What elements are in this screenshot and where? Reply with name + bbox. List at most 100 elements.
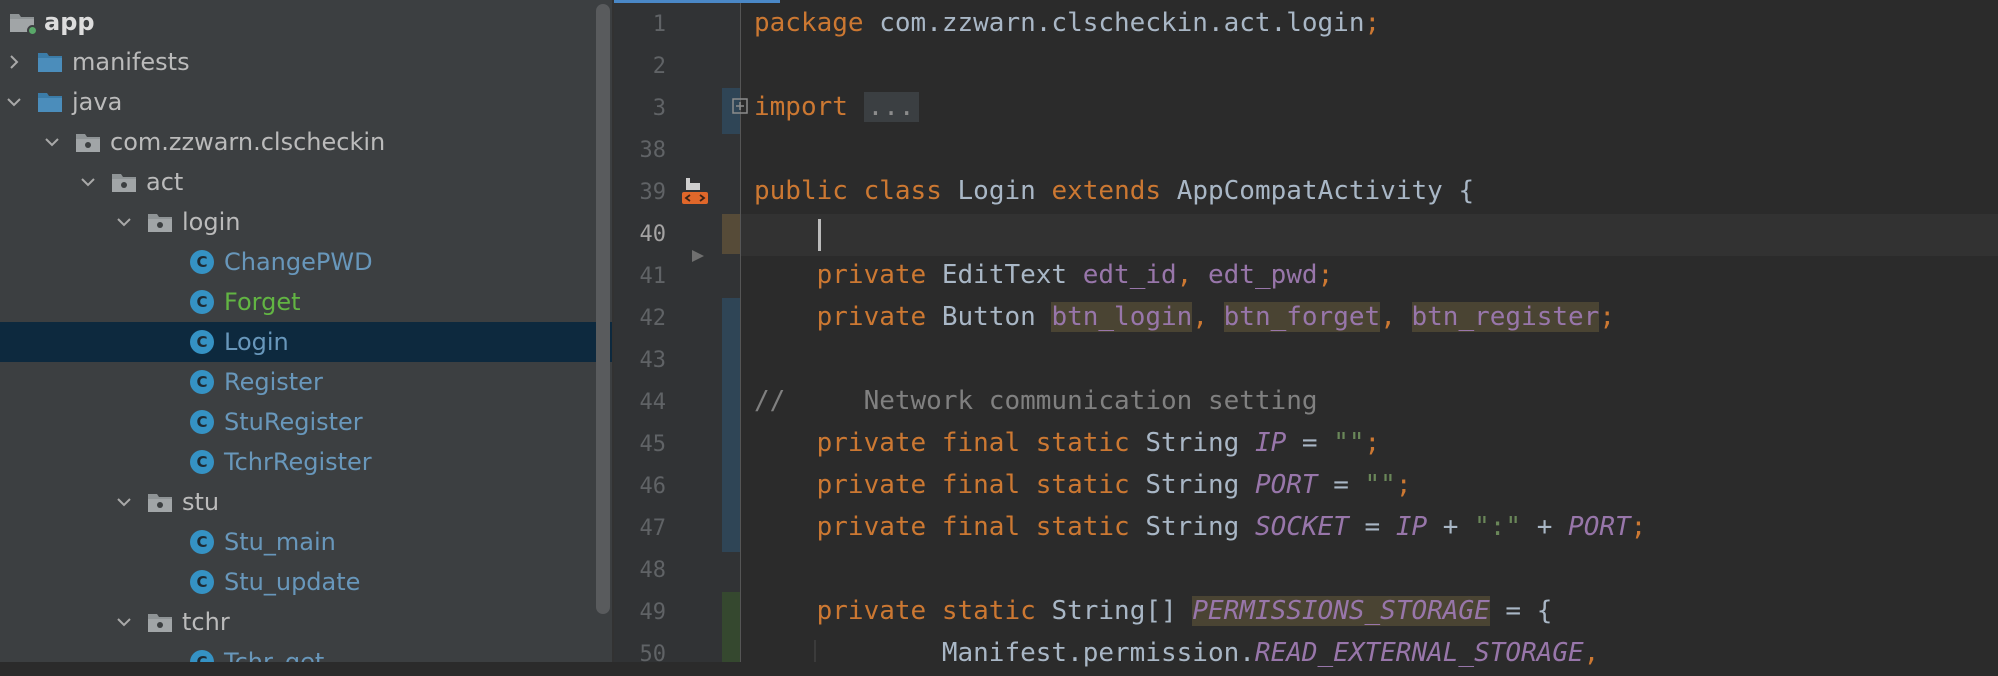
chevron-down-icon[interactable] <box>112 602 136 642</box>
constant-name: PERMISSIONS_STORAGE <box>1192 596 1490 626</box>
tree-item-tchr-get[interactable]: C Tchr_get <box>0 642 612 662</box>
chevron-down-icon[interactable] <box>112 482 136 522</box>
tree-item-sturegister[interactable]: C StuRegister <box>0 402 612 442</box>
chevron-down-icon[interactable] <box>2 82 26 122</box>
tree-item-app[interactable]: app <box>0 2 612 42</box>
class-icon-wrap: C <box>188 408 216 436</box>
tree-label: Register <box>224 368 323 396</box>
tree-item-login-class[interactable]: C Login <box>0 322 612 362</box>
vcs-change-marker[interactable] <box>722 214 740 254</box>
class-icon: C <box>190 650 214 662</box>
package-name: com.zzwarn.clscheckin.act.login <box>863 8 1365 38</box>
folder-icon <box>36 88 64 116</box>
tree-label: com.zzwarn.clscheckin <box>110 128 386 156</box>
operator: = <box>1333 470 1349 500</box>
code-line-42[interactable]: private Button btn_login, btn_forget, bt… <box>754 296 1615 338</box>
tree-item-package-root[interactable]: com.zzwarn.clscheckin <box>0 122 612 162</box>
field-name: edt_pwd <box>1207 260 1318 290</box>
package-icon <box>146 608 174 636</box>
chevron-down-icon[interactable] <box>40 122 64 162</box>
unused-field: btn_login <box>1051 302 1193 332</box>
constant-name: SOCKET <box>1254 512 1349 542</box>
keyword: public <box>754 176 848 206</box>
line-number: 45 <box>639 432 667 457</box>
class-icon: C <box>190 530 214 554</box>
code-line-49[interactable]: private static String[] PERMISSIONS_STOR… <box>754 590 1552 632</box>
constant-ref: IP <box>1395 512 1428 542</box>
vcs-change-marker[interactable] <box>722 298 740 552</box>
tree-label: Stu_update <box>224 568 361 596</box>
tree-item-stu-main[interactable]: C Stu_main <box>0 522 612 562</box>
class-icon: C <box>190 570 214 594</box>
keyword: private final static <box>816 512 1130 542</box>
tree-item-changepwd[interactable]: C ChangePWD <box>0 242 612 282</box>
tree-item-tchr-package[interactable]: tchr <box>0 602 612 642</box>
operator: + <box>1442 512 1459 542</box>
tree-item-login-package[interactable]: login <box>0 202 612 242</box>
line-number: 49 <box>639 600 667 625</box>
tree-label: Forget <box>224 288 301 316</box>
operator: + <box>1536 512 1553 542</box>
keyword: private static <box>816 596 1036 626</box>
string-literal: "" <box>1364 470 1396 500</box>
code-line-46[interactable]: private final static String PORT = ""; <box>754 464 1412 506</box>
class-name: Login <box>957 176 1036 206</box>
class-icon-wrap: C <box>188 288 216 316</box>
project-tree[interactable]: app manifests java com.zzwarn.clscheckin <box>0 0 612 662</box>
chevron-down-icon[interactable] <box>76 162 100 202</box>
line-number: 2 <box>652 54 666 79</box>
semicolon: ; <box>1364 8 1381 38</box>
operator: = <box>1301 428 1318 458</box>
tree-item-forget[interactable]: C Forget <box>0 282 612 322</box>
code-line-3[interactable]: import ... <box>754 86 919 128</box>
tree-label: tchr <box>182 608 230 636</box>
fold-marker-icon[interactable] <box>690 248 706 264</box>
line-number: 38 <box>639 138 667 163</box>
class-icon-wrap: C <box>188 248 216 276</box>
android-activity-icon[interactable] <box>680 176 710 208</box>
tree-label: login <box>182 208 241 236</box>
tree-item-stu-update[interactable]: C Stu_update <box>0 562 612 602</box>
tree-label: Stu_main <box>224 528 336 556</box>
line-number: 46 <box>639 474 667 499</box>
type-name: String <box>1145 512 1240 542</box>
tree-item-tchrregister[interactable]: C TchrRegister <box>0 442 612 482</box>
comment: // Network communication setting <box>754 386 1318 416</box>
keyword: private final static <box>816 470 1130 500</box>
tree-scrollbar[interactable] <box>596 4 610 614</box>
fold-expand-icon[interactable] <box>732 98 748 114</box>
code-line-41[interactable]: private EditText edt_id, edt_pwd; <box>754 254 1334 296</box>
tree-label: Tchr_get <box>224 648 325 662</box>
constant-name: PORT <box>1254 470 1318 500</box>
folder-icon <box>36 48 64 76</box>
code-line-44[interactable]: // Network communication setting <box>754 380 1318 422</box>
qualified-name: Manifest.permission. <box>941 638 1255 668</box>
line-number: 39 <box>639 180 667 205</box>
tree-label: stu <box>182 488 220 516</box>
tree-item-register[interactable]: C Register <box>0 362 612 402</box>
code-line-1[interactable]: package com.zzwarn.clscheckin.act.login; <box>754 2 1380 44</box>
tree-item-manifests[interactable]: manifests <box>0 42 612 82</box>
line-number: 48 <box>639 558 667 583</box>
keyword: import <box>754 92 848 122</box>
class-icon: C <box>190 250 214 274</box>
tree-item-stu-package[interactable]: stu <box>0 482 612 522</box>
line-number: 3 <box>652 96 666 121</box>
constant-ref: PORT <box>1568 512 1631 542</box>
code-line-45[interactable]: private final static String IP = ""; <box>754 422 1381 464</box>
tree-label: java <box>72 88 123 116</box>
folded-imports[interactable]: ... <box>863 92 919 122</box>
type-name: EditText <box>941 260 1068 290</box>
unused-field: btn_forget <box>1223 302 1381 332</box>
chevron-right-icon[interactable] <box>2 42 26 82</box>
code-line-50[interactable]: Manifest.permission.READ_EXTERNAL_STORAG… <box>754 632 1599 674</box>
tree-label: TchrRegister <box>224 448 372 476</box>
constant-ref: READ_EXTERNAL_STORAGE <box>1254 638 1584 668</box>
tree-item-java[interactable]: java <box>0 82 612 122</box>
code-line-39[interactable]: public class Login extends AppCompatActi… <box>754 170 1474 212</box>
chevron-down-icon[interactable] <box>112 202 136 242</box>
code-line-47[interactable]: private final static String SOCKET = IP … <box>754 506 1647 548</box>
tree-item-act[interactable]: act <box>0 162 612 202</box>
class-icon: C <box>190 290 214 314</box>
vcs-change-marker[interactable] <box>722 592 740 662</box>
